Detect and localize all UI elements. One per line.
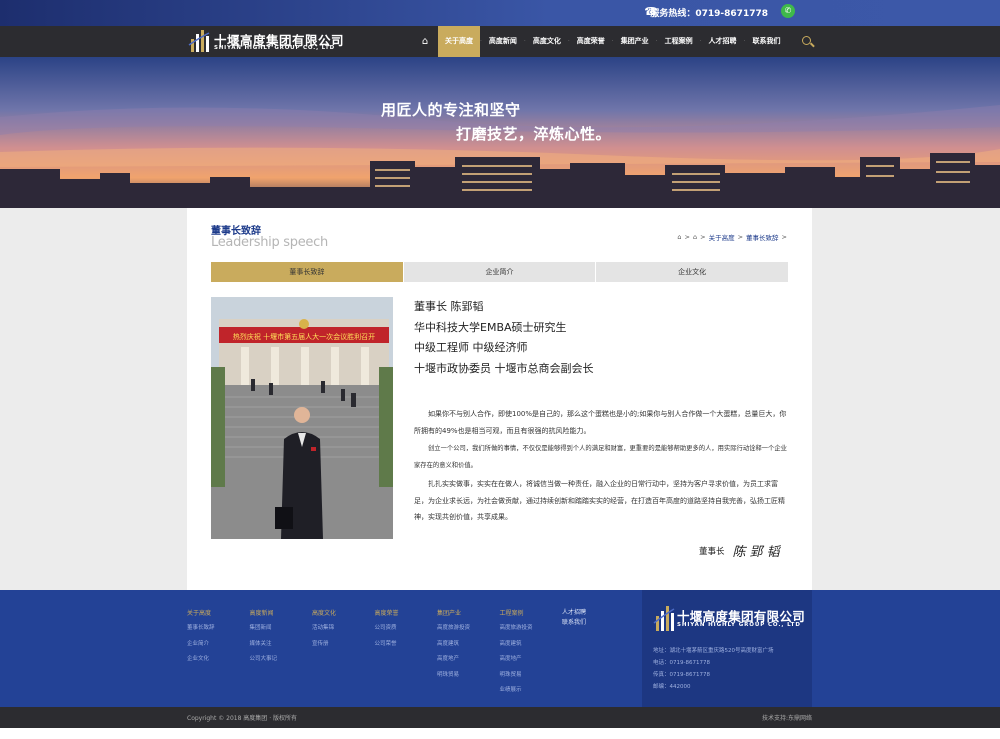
nav-item[interactable]: 高度文化: [526, 26, 568, 57]
nav-item[interactable]: 联系我们: [745, 26, 787, 57]
footer: 关于高度 董事长致辞 企业简介 企业文化 高度新闻 集团新闻 媒体关注 公司大事记 高度文化 活动…: [0, 590, 1000, 707]
chairman-profile: 董事长 陈郢韬 华中科技大学EMBA硕士研究生 中级工程师 中级经济师 十堰市政…: [414, 297, 594, 379]
breadcrumb-item[interactable]: 关于高度: [709, 232, 735, 242]
breadcrumb-separator: >: [737, 233, 744, 241]
footer-column-heading[interactable]: 联系我们: [562, 618, 625, 628]
chairman-photo: 热烈庆祝 十堰市第五届人大一次会议胜利召开: [211, 297, 393, 539]
signature-label: 董事长: [699, 546, 725, 557]
footer-link[interactable]: 业绩展示: [500, 683, 563, 699]
footer-column: 工程案例高度旅游投资 高度建筑 高度地产 明珠贸易 业绩展示: [500, 608, 563, 699]
profile-line: 华中科技大学EMBA硕士研究生: [414, 320, 567, 334]
footer-link[interactable]: 企业文化: [187, 652, 250, 668]
footer-column: 联系我们: [562, 618, 625, 699]
footer-link[interactable]: 集团新闻: [250, 621, 313, 637]
footer-link[interactable]: 高度旅游投资: [500, 621, 563, 637]
footer-logo: 十堰高度集团有限公司 SHIYAN HIGHLY GROUP CO., LTD: [653, 606, 808, 634]
footer-link[interactable]: 高度旅游投资: [437, 621, 500, 637]
nav-item[interactable]: 工程案例: [658, 26, 700, 57]
speech-body: 如果你不与别人合作，即使100%是自己的，那么这个蛋糕也是小的;如果你与别人合作…: [414, 406, 790, 528]
footer-column-heading[interactable]: 工程案例: [500, 608, 563, 617]
hero-banner: 用匠人的专注和坚守 打磨技艺，淬炼心性。: [0, 57, 1000, 208]
top-bar: ☎ 服务热线：0719-8671778 ✆: [0, 0, 1000, 26]
page-bottom-spacer: [0, 728, 1000, 739]
footer-column-heading[interactable]: 人才招聘: [562, 608, 625, 618]
search-icon[interactable]: [801, 35, 815, 49]
breadcrumb-separator: >: [684, 233, 690, 241]
tab-chairman-speech[interactable]: 董事长致辞: [211, 262, 404, 282]
breadcrumb-separator: >: [781, 233, 787, 241]
service-hotline: 服务热线：0719-8671778: [650, 9, 768, 19]
logo-mark-icon: [188, 30, 210, 52]
home-icon[interactable]: ⌂: [412, 26, 438, 57]
footer-link[interactable]: 宣传册: [312, 637, 375, 653]
tech-support-link[interactable]: 技术支持:东鼎网络: [762, 713, 812, 722]
signature: 董事长 陈郢韬: [699, 541, 784, 560]
breadcrumb: ⌂ > ⌂ > 关于高度 > 董事长致辞 >: [677, 232, 787, 242]
footer-link[interactable]: 公司资质: [375, 621, 438, 637]
signature-name: 陈郢韬: [732, 545, 784, 560]
profile-line: 十堰市政协委员 十堰市总商会副会长: [414, 361, 594, 375]
footer-column-heading[interactable]: 高度文化: [312, 608, 375, 617]
nav-item[interactable]: 高度新闻: [482, 26, 524, 57]
footer-link[interactable]: 高度地产: [500, 652, 563, 668]
footer-contact-box: 十堰高度集团有限公司 SHIYAN HIGHLY GROUP CO., LTD …: [642, 590, 812, 707]
footer-link[interactable]: 活动集锦: [312, 621, 375, 637]
photo-banner-text: 热烈庆祝 十堰市第五届人大一次会议胜利召开: [233, 332, 375, 341]
footer-column: 集团产业高度旅游投资 高度建筑 高度地产 明珠贸易: [437, 608, 500, 699]
profile-line: 中级工程师 中级经济师: [414, 341, 528, 354]
footer-column-heading[interactable]: 集团产业: [437, 608, 500, 617]
speech-paragraph: 创立一个公司，我们所做的事情，不仅仅是能够得到个人的满足和财富，更重要的是能够帮…: [414, 445, 787, 469]
footer-link[interactable]: 明珠贸易: [500, 668, 563, 684]
footer-link[interactable]: 明珠贸易: [437, 668, 500, 684]
bottom-bar: Copyright © 2018 高度集团 · 版权所有 技术支持:东鼎网络: [0, 707, 1000, 728]
profile-line: 董事长 陈郢韬: [414, 300, 484, 313]
nav-item[interactable]: 高度荣誉: [570, 26, 612, 57]
copyright: Copyright © 2018 高度集团 · 版权所有: [187, 715, 298, 722]
footer-link[interactable]: 董事长致辞: [187, 621, 250, 637]
contact-phone: 电话：0719-8671778: [653, 660, 710, 666]
nav-item[interactable]: 集团产业: [614, 26, 656, 57]
breadcrumb-separator: >: [700, 233, 706, 241]
site-logo[interactable]: 十堰高度集团有限公司 SHIYAN HIGHLY GROUP CO., LTD: [188, 29, 378, 54]
logo-mark-icon: [653, 606, 675, 631]
home-icon[interactable]: ⌂: [677, 233, 681, 241]
speech-paragraph: 扎扎实实做事，实实在在做人，将诚信当做一种责任，融入企业的日常行动中，坚持为客户…: [414, 480, 785, 521]
footer-link[interactable]: 高度建筑: [437, 637, 500, 653]
footer-column: 高度荣誉公司资质 公司荣誉: [375, 608, 438, 699]
footer-link[interactable]: 高度地产: [437, 652, 500, 668]
sub-tabs: 董事长致辞 企业简介 企业文化: [211, 262, 790, 282]
footer-link[interactable]: 公司荣誉: [375, 637, 438, 653]
footer-link[interactable]: 高度建筑: [500, 637, 563, 653]
footer-column-heading[interactable]: 高度荣誉: [375, 608, 438, 617]
footer-links: 关于高度 董事长致辞 企业简介 企业文化 高度新闻 集团新闻 媒体关注 公司大事记 高度文化 活动…: [187, 608, 625, 699]
footer-column-heading[interactable]: 高度新闻: [250, 608, 313, 617]
section-title-en: Leadership speech: [211, 235, 328, 250]
footer-column: 高度文化活动集锦 宣传册: [312, 608, 375, 699]
nav-menu: ⌂ 关于高度 · 高度新闻 · 高度文化 · 高度荣誉 · 集团产业 · 工程案例 · 人才招聘 · 联系我…: [412, 26, 815, 57]
logo-name-en: SHIYAN HIGHLY GROUP CO., LTD: [214, 45, 335, 51]
footer-link[interactable]: 媒体关注: [250, 637, 313, 653]
footer-link[interactable]: 企业简介: [187, 637, 250, 653]
main-nav: 十堰高度集团有限公司 SHIYAN HIGHLY GROUP CO., LTD …: [0, 26, 1000, 57]
contact-fax: 传真：0719-8671778: [653, 672, 710, 678]
footer-link[interactable]: 公司大事记: [250, 652, 313, 668]
wechat-icon[interactable]: ✆: [781, 4, 795, 18]
footer-column: 高度新闻集团新闻 媒体关注 公司大事记: [250, 608, 313, 699]
contact-postcode: 邮编：442000: [653, 684, 691, 690]
tab-company-profile[interactable]: 企业简介: [404, 262, 597, 282]
footer-logo-en: SHIYAN HIGHLY GROUP CO., LTD: [677, 622, 801, 628]
tab-company-culture[interactable]: 企业文化: [596, 262, 790, 282]
nav-item[interactable]: 人才招聘: [702, 26, 744, 57]
breadcrumb-item[interactable]: 董事长致辞: [746, 232, 779, 242]
contact-address: 地址：湖北十堰茅箭区重庆路520号高度财富广场: [653, 648, 774, 654]
speech-paragraph: 如果你不与别人合作，即使100%是自己的，那么这个蛋糕也是小的;如果你与别人合作…: [414, 410, 787, 435]
footer-contact: 地址：湖北十堰茅箭区重庆路520号高度财富广场 电话：0719-8671778 …: [653, 645, 774, 693]
banner-slogan-line1: 用匠人的专注和坚守: [381, 101, 521, 119]
content-panel: 董事长致辞 Leadership speech ⌂ > ⌂ > 关于高度 > 董…: [187, 208, 812, 590]
home-icon[interactable]: ⌂: [693, 233, 697, 241]
banner-slogan-line2: 打磨技艺，淬炼心性。: [456, 125, 612, 143]
footer-column: 关于高度董事长致辞 企业简介 企业文化: [187, 608, 250, 699]
nav-item[interactable]: 关于高度: [438, 26, 480, 57]
footer-column-heading[interactable]: 关于高度: [187, 608, 250, 617]
